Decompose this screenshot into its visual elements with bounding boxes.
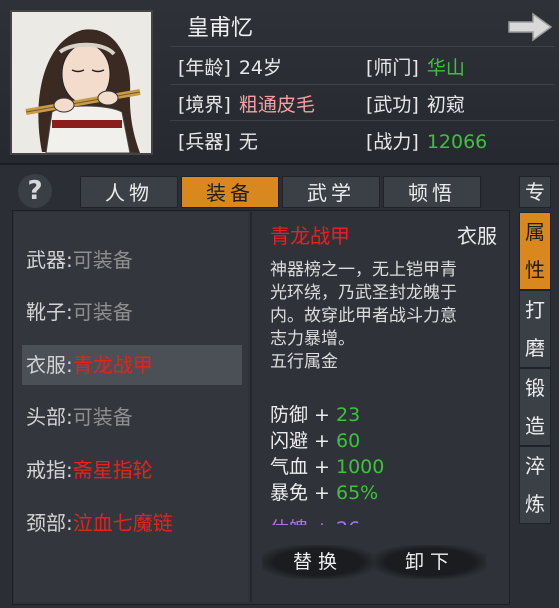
desc-line: 光环绕，乃武圣封龙魄于 [270, 283, 457, 303]
help-icon: ? [27, 176, 43, 206]
slot-value: 青龙战甲 [72, 353, 153, 377]
stat-clip: 休魄 + 26 [270, 510, 498, 525]
slot-label: 靴子: [26, 300, 73, 324]
tab-enlightenment[interactable]: 顿悟 [383, 176, 481, 208]
character-header: 皇甫忆 [年龄] 24岁 [师门] 华山 [境界] 粗通皮毛 [武功] 初窥 [兵器] 无… [0, 0, 559, 165]
slot-value: 可装备 [72, 248, 133, 272]
slot-clothes[interactable]: 衣服:青龙战甲 [22, 345, 242, 385]
attr-weapon: [兵器] 无 [178, 131, 258, 153]
stat-dodge: 闪避 + 60 [270, 430, 361, 452]
side-tab-attributes[interactable]: 属性 [519, 212, 551, 290]
slot-label: 衣服: [26, 353, 73, 377]
attr-age: [年龄] 24岁 [178, 57, 283, 79]
stat-partial: 休魄 + 26 [270, 514, 360, 525]
slot-label: 武器: [26, 248, 73, 272]
side-tab-polish[interactable]: 打磨 [519, 290, 551, 368]
character-portrait [10, 10, 153, 155]
stat-hp: 气血 + 1000 [270, 456, 385, 478]
stat-crit-resist: 暴免 + 65% [270, 482, 379, 504]
slot-head[interactable]: 头部:可装备 [22, 397, 242, 437]
slot-neck[interactable]: 颈部:泣血七魔链 [22, 503, 242, 543]
slot-label: 头部: [26, 405, 73, 429]
slot-weapon[interactable]: 武器:可装备 [22, 240, 242, 280]
slot-ring[interactable]: 戒指:斋星指轮 [22, 450, 242, 490]
attr-value: 华山 [426, 57, 465, 79]
slot-value: 斋星指轮 [72, 458, 153, 482]
item-name: 青龙战甲 [270, 224, 350, 248]
tab-equipment[interactable]: 装备 [181, 176, 279, 208]
slot-label: 颈部: [26, 511, 73, 535]
character-name: 皇甫忆 [187, 16, 254, 41]
attr-power: [战力] 12066 [366, 131, 488, 153]
arrow-right-icon [508, 12, 553, 42]
unequip-button[interactable]: 卸下 [374, 545, 486, 579]
slot-label: 戒指: [26, 458, 73, 482]
attr-sect: [师门] 华山 [366, 57, 465, 79]
attr-value: 12066 [426, 131, 488, 153]
next-arrow-button[interactable] [503, 8, 555, 46]
attr-value: 24岁 [238, 57, 283, 79]
tab-character[interactable]: 人物 [80, 176, 178, 208]
help-button[interactable]: ? [18, 174, 52, 208]
attr-value: 初窥 [426, 94, 465, 116]
slot-value: 泣血七魔链 [72, 511, 173, 535]
desc-line: 志力暴增。 [270, 329, 355, 349]
replace-button[interactable]: 替换 [262, 545, 374, 579]
item-description: 神器榜之一，无上铠甲青 光环绕，乃武圣封龙魄于 内。故穿此甲者战斗力意 志力暴增… [270, 259, 498, 374]
attr-realm: [境界] 粗通皮毛 [178, 94, 315, 116]
stat-defense: 防御 + 23 [270, 404, 361, 426]
slot-value: 可装备 [72, 405, 133, 429]
desc-line: 内。故穿此甲者战斗力意 [270, 306, 457, 326]
divider [250, 212, 252, 602]
item-type: 衣服 [457, 224, 497, 248]
desc-line: 五行属金 [270, 352, 338, 372]
slot-value: 可装备 [72, 300, 133, 324]
attr-martial: [武功] 初窥 [366, 94, 465, 116]
side-tab-temper[interactable]: 淬炼 [519, 446, 551, 524]
tab-martial-arts[interactable]: 武学 [282, 176, 380, 208]
slot-boots[interactable]: 靴子:可装备 [22, 292, 242, 332]
attr-value: 粗通皮毛 [238, 94, 315, 116]
side-tab-exclusive[interactable]: 专 [519, 176, 551, 208]
desc-line: 神器榜之一，无上铠甲青 [270, 260, 457, 280]
attr-value: 无 [238, 131, 258, 153]
side-tab-forge[interactable]: 锻造 [519, 368, 551, 446]
